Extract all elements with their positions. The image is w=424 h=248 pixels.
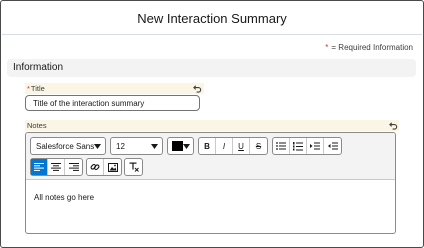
section-header-information[interactable]: Information [7,59,416,77]
insert-image-button[interactable] [104,159,121,175]
required-info-text: = Required Information [331,43,413,52]
numbered-list-button[interactable] [290,138,307,154]
font-size-dropdown[interactable]: 12 [110,137,163,155]
font-family-dropdown[interactable]: Salesforce Sans [30,137,106,155]
title-label-row: *Title [25,83,204,94]
chevron-down-icon [94,144,101,149]
bold-button[interactable]: B [199,138,216,154]
insert-link-button[interactable] [87,159,104,175]
notes-rich-text-editor[interactable]: Salesforce Sans 12 B I U S All notes go … [25,132,396,234]
outdent-icon [327,142,338,150]
bulleted-list-icon [276,142,286,150]
title-label: *Title [27,84,45,93]
format-button-group: B I U S [198,137,268,155]
title-required-star: * [27,84,30,93]
align-right-button[interactable] [65,159,82,175]
chevron-down-icon [183,144,190,149]
link-icon [90,164,100,170]
notes-content[interactable]: All notes go here [34,193,94,202]
clear-formatting-icon [129,162,139,172]
notes-undo-icon[interactable] [389,121,398,130]
font-family-value: Salesforce Sans [36,142,95,151]
underline-button[interactable]: U [233,138,250,154]
numbered-list-icon [293,141,303,150]
font-size-value: 12 [116,142,125,151]
alignment-button-group [30,158,83,176]
align-center-button[interactable] [48,159,65,175]
clear-format-button-group [124,158,143,176]
title-label-text: Title [30,84,45,93]
bulleted-list-button[interactable] [273,138,290,154]
modal-header: New Interaction Summary [2,2,422,35]
indent-icon [310,142,320,150]
outdent-button[interactable] [324,138,341,154]
text-color-swatch [172,141,183,151]
modal-title: New Interaction Summary [137,10,287,26]
editor-toolbar: Salesforce Sans 12 B I U S [26,133,395,180]
title-undo-icon[interactable] [193,84,202,93]
strikethrough-button[interactable]: S [250,138,267,154]
insert-button-group [86,158,122,176]
text-color-picker[interactable] [167,137,194,155]
list-indent-button-group [272,137,342,155]
title-input[interactable]: Title of the interaction summary [25,95,200,111]
italic-button[interactable]: I [216,138,233,154]
align-right-icon [68,163,79,171]
notes-label: Notes [27,121,47,130]
indent-button[interactable] [307,138,324,154]
align-center-icon [51,163,61,171]
required-info-note: * = Required Information [325,43,413,52]
required-star: * [325,43,329,52]
notes-label-row: Notes [25,120,399,131]
align-left-button[interactable] [31,159,48,175]
chevron-down-icon [151,144,158,149]
image-icon [107,162,118,172]
section-label: Information [13,62,64,73]
clear-formatting-button[interactable] [125,159,142,175]
align-left-icon [34,163,44,171]
